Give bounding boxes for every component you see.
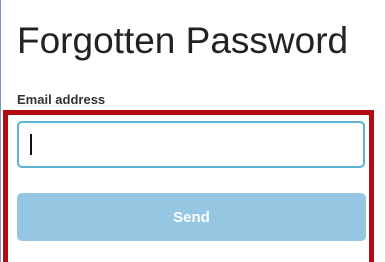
send-button[interactable]: Send <box>17 193 366 241</box>
email-label: Email address <box>17 92 106 107</box>
panel-left-border <box>0 0 1 262</box>
text-cursor <box>30 134 32 155</box>
forgotten-password-page: Forgotten Password Email address Send <box>0 0 385 262</box>
page-title: Forgotten Password <box>17 20 349 61</box>
email-field[interactable] <box>17 121 365 168</box>
